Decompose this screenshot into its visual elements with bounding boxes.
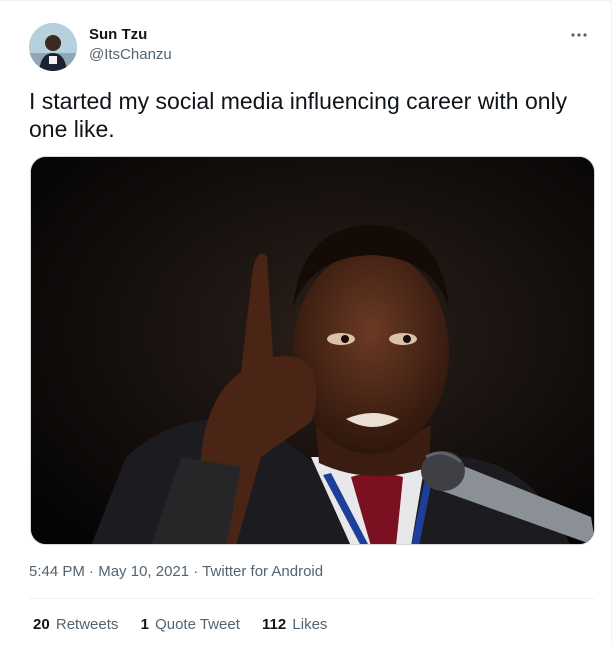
tweet-text: I started my social media influencing ca… bbox=[29, 88, 568, 142]
meta-separator-1: · bbox=[89, 563, 95, 580]
likes-count: 112 bbox=[262, 616, 287, 633]
retweets-label: Retweets bbox=[55, 616, 119, 633]
likes-stat[interactable]: 112 Likes bbox=[262, 615, 327, 635]
quote-tweets-count: 1 bbox=[140, 616, 149, 633]
tweet-card: Sun Tzu @ItsChanzu I started my social m… bbox=[0, 0, 612, 646]
tweet-meta: 5:44 PM · May 10, 2021 · Twitter for And… bbox=[29, 562, 323, 582]
likes-label: Likes bbox=[292, 616, 328, 633]
tweet-stats: 20 Retweets 1 Quote Tweet 112 Likes bbox=[33, 615, 345, 635]
retweets-stat[interactable]: 20 Retweets bbox=[33, 615, 118, 635]
author-names: Sun Tzu @ItsChanzu bbox=[89, 25, 172, 65]
tweet-source[interactable]: Twitter for Android bbox=[202, 563, 323, 580]
tweet-media-photo[interactable] bbox=[30, 156, 595, 545]
tweet-date[interactable]: May 10, 2021 bbox=[98, 563, 189, 580]
quote-tweets-stat[interactable]: 1 Quote Tweet bbox=[141, 615, 240, 635]
stats-divider bbox=[29, 598, 595, 599]
author-avatar[interactable] bbox=[29, 23, 77, 71]
quote-tweets-label: Quote Tweet bbox=[155, 616, 240, 633]
tweet-time[interactable]: 5:44 PM bbox=[29, 563, 85, 580]
more-options-button[interactable] bbox=[565, 25, 593, 45]
meta-separator-2: · bbox=[193, 563, 199, 580]
photo-man-pointing-up-icon bbox=[31, 157, 594, 544]
retweets-count: 20 bbox=[33, 616, 50, 633]
author-display-name[interactable]: Sun Tzu bbox=[89, 25, 172, 45]
author-handle[interactable]: @ItsChanzu bbox=[89, 45, 172, 65]
ellipsis-icon bbox=[571, 33, 587, 37]
tweet-header: Sun Tzu @ItsChanzu bbox=[29, 23, 599, 71]
avatar-icon bbox=[29, 23, 77, 71]
